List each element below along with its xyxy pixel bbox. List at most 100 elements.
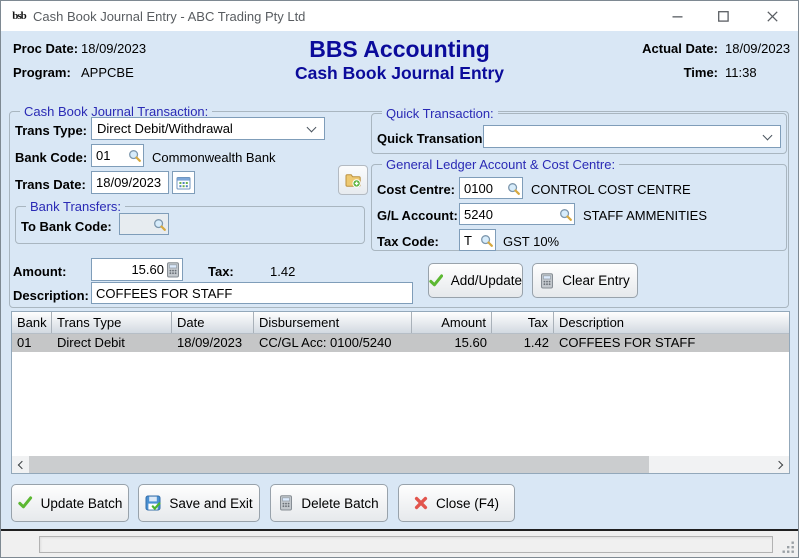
time-value: 11:38 (725, 65, 757, 80)
minimize-icon (672, 15, 682, 17)
bank-code-field (91, 144, 144, 167)
delete-batch-button[interactable]: Delete Batch (270, 484, 388, 522)
gl-account-cost-centre-group-label: General Ledger Account & Cost Centre: (382, 157, 620, 172)
grid-header-row: Bank Trans Type Date Disbursement Amount… (12, 312, 789, 334)
col-header-bank: Bank (12, 312, 52, 333)
trans-date-field (91, 171, 169, 194)
cell-bank: 01 (17, 335, 32, 350)
time-label: Time: (683, 65, 718, 80)
trans-date-input[interactable] (94, 175, 166, 190)
amount-label: Amount: (13, 264, 67, 279)
col-header-amount: Amount (412, 312, 492, 333)
bank-name-value: Commonwealth Bank (152, 150, 276, 165)
red-x-icon (414, 496, 428, 510)
col-header-date: Date (172, 312, 254, 333)
table-row[interactable]: 01 Direct Debit 18/09/2023 CC/GL Acc: 01… (12, 334, 789, 352)
gl-account-field (459, 203, 575, 225)
scroll-left-button[interactable] (12, 456, 29, 473)
cost-centre-label: Cost Centre: (377, 182, 456, 197)
app-logo-icon: bsb (12, 10, 27, 22)
delete-batch-label: Delete Batch (301, 495, 379, 511)
to-bank-code-label: To Bank Code: (21, 219, 112, 234)
chevron-down-icon (306, 122, 317, 133)
cell-amount: 15.60 (454, 335, 487, 350)
cell-trans-type: Direct Debit (57, 335, 125, 350)
status-bar (1, 529, 798, 557)
maximize-button[interactable] (700, 1, 746, 31)
gl-account-label: G/L Account: (377, 208, 458, 223)
chevron-left-icon (17, 460, 27, 469)
program-label: Program: (13, 65, 71, 80)
col-header-tax: Tax (492, 312, 554, 333)
horizontal-scrollbar[interactable] (12, 456, 789, 473)
trans-date-calendar-button[interactable] (172, 171, 195, 194)
cell-tax: 1.42 (523, 335, 549, 350)
folder-add-icon (345, 174, 361, 188)
trans-date-label: Trans Date: (15, 177, 86, 192)
tax-code-label: Tax Code: (377, 234, 439, 249)
bank-code-label: Bank Code: (15, 150, 88, 165)
scroll-right-button[interactable] (772, 456, 789, 473)
close-f4-label: Close (F4) (435, 495, 499, 511)
title-bar: bsb Cash Book Journal Entry - ABC Tradin… (1, 1, 798, 31)
tax-amount-label: Tax: (208, 264, 234, 279)
clear-entry-button[interactable]: Clear Entry (532, 263, 638, 298)
calculator-icon (280, 495, 293, 511)
save-icon (145, 495, 162, 511)
add-update-label: Add/Update (450, 273, 522, 288)
actual-date-label: Actual Date: (642, 41, 718, 56)
bank-code-input[interactable] (94, 148, 128, 163)
new-batch-button[interactable] (338, 165, 368, 195)
update-batch-button[interactable]: Update Batch (11, 484, 129, 522)
trans-type-select[interactable]: Direct Debit/Withdrawal (91, 117, 325, 140)
to-bank-code-input[interactable] (122, 216, 153, 232)
tax-amount-value: 1.42 (270, 264, 296, 279)
save-and-exit-label: Save and Exit (169, 495, 253, 511)
transactions-grid: Bank Trans Type Date Disbursement Amount… (11, 311, 790, 474)
bank-code-lookup-icon[interactable] (128, 149, 141, 162)
maximize-icon (717, 10, 729, 22)
add-update-button[interactable]: Add/Update (428, 263, 523, 298)
to-bank-code-lookup-icon[interactable] (153, 218, 166, 231)
gl-account-input[interactable] (462, 206, 559, 222)
col-header-description: Description (559, 315, 625, 330)
tax-code-input[interactable] (462, 232, 480, 248)
trans-type-label: Trans Type: (15, 123, 88, 138)
bank-transfers-group-label: Bank Transfers: (26, 199, 126, 214)
close-window-button[interactable] (746, 1, 798, 31)
chevron-right-icon (774, 460, 784, 469)
cost-centre-input[interactable] (462, 180, 507, 196)
description-label: Description: (13, 288, 89, 303)
col-header-trans-type: Trans Type (52, 312, 172, 333)
save-and-exit-button[interactable]: Save and Exit (138, 484, 260, 522)
scrollbar-thumb[interactable] (29, 456, 649, 473)
amount-calculator-icon[interactable] (166, 261, 180, 278)
program-value: APPCBE (81, 65, 134, 80)
tax-code-field (459, 229, 496, 251)
cell-disbursement: CC/GL Acc: 0100/5240 (259, 335, 392, 350)
app-window: bsb Cash Book Journal Entry - ABC Tradin… (0, 0, 799, 558)
calculator-icon (541, 272, 554, 288)
window-title: Cash Book Journal Entry - ABC Trading Pt… (33, 9, 306, 24)
close-f4-button[interactable]: Close (F4) (398, 484, 515, 522)
clear-entry-label: Clear Entry (562, 273, 630, 288)
amount-field (91, 258, 183, 281)
cost-centre-lookup-icon[interactable] (507, 182, 520, 195)
minimize-button[interactable] (654, 1, 700, 31)
check-icon (17, 496, 32, 509)
resize-grip-icon[interactable] (782, 541, 795, 554)
tax-code-lookup-icon[interactable] (480, 234, 493, 247)
calendar-icon (176, 177, 191, 190)
status-message-panel (39, 536, 773, 553)
cell-description: COFFEES FOR STAFF (559, 335, 696, 350)
proc-date-label: Proc Date: (13, 41, 79, 56)
amount-input[interactable] (94, 262, 166, 277)
description-input[interactable] (94, 285, 410, 301)
quick-transaction-group-label: Quick Transaction: (382, 106, 498, 121)
gl-account-lookup-icon[interactable] (559, 208, 572, 221)
col-header-disbursement: Disbursement (254, 312, 412, 333)
quick-transaction-select[interactable] (483, 125, 781, 148)
gl-account-desc: STAFF AMMENITIES (583, 208, 707, 223)
proc-date-value: 18/09/2023 (81, 41, 147, 56)
trans-type-value: Direct Debit/Withdrawal (97, 121, 233, 136)
